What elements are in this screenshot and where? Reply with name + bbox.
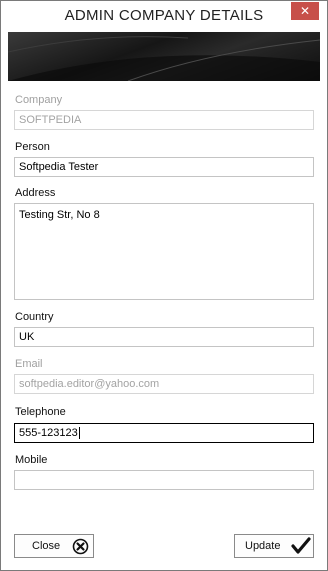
telephone-label: Telephone: [15, 406, 66, 418]
telephone-value: 555-123123: [19, 427, 78, 439]
person-label: Person: [15, 141, 50, 153]
email-field: softpedia.editor@yahoo.com: [14, 374, 314, 394]
close-button[interactable]: Close: [14, 534, 94, 558]
person-field[interactable]: Softpedia Tester: [14, 157, 314, 177]
update-button-label: Update: [245, 540, 281, 552]
address-label: Address: [15, 187, 56, 199]
window-close-button[interactable]: ✕: [291, 2, 319, 20]
telephone-field[interactable]: 555-123123: [14, 423, 314, 443]
banner-decoration: [8, 36, 320, 81]
email-value: softpedia.editor@yahoo.com: [19, 378, 160, 390]
country-label: Country: [15, 311, 54, 323]
address-field[interactable]: Testing Str, No 8: [14, 203, 314, 300]
checkmark-icon: [291, 537, 311, 558]
email-label: Email: [15, 358, 43, 370]
company-value: SOFTPEDIA: [19, 114, 82, 126]
address-value: Testing Str, No 8: [19, 209, 100, 221]
header-banner: [8, 32, 320, 81]
admin-company-details-window: ADMIN COMPANY DETAILS ✕ Company SOFTPEDI…: [0, 0, 328, 571]
close-icon: ✕: [299, 4, 311, 18]
close-circle-icon: [72, 538, 89, 558]
company-field: SOFTPEDIA: [14, 110, 314, 130]
company-label: Company: [15, 94, 63, 106]
country-value: UK: [19, 331, 35, 343]
close-button-label: Close: [32, 540, 61, 552]
person-value: Softpedia Tester: [19, 161, 99, 173]
mobile-field[interactable]: [14, 470, 314, 490]
mobile-label: Mobile: [15, 454, 48, 466]
update-button[interactable]: Update: [234, 534, 314, 558]
title-bar: ADMIN COMPANY DETAILS ✕: [1, 1, 327, 32]
country-field[interactable]: UK: [14, 327, 314, 347]
window-title: ADMIN COMPANY DETAILS: [64, 7, 264, 24]
text-caret: [78, 427, 80, 440]
